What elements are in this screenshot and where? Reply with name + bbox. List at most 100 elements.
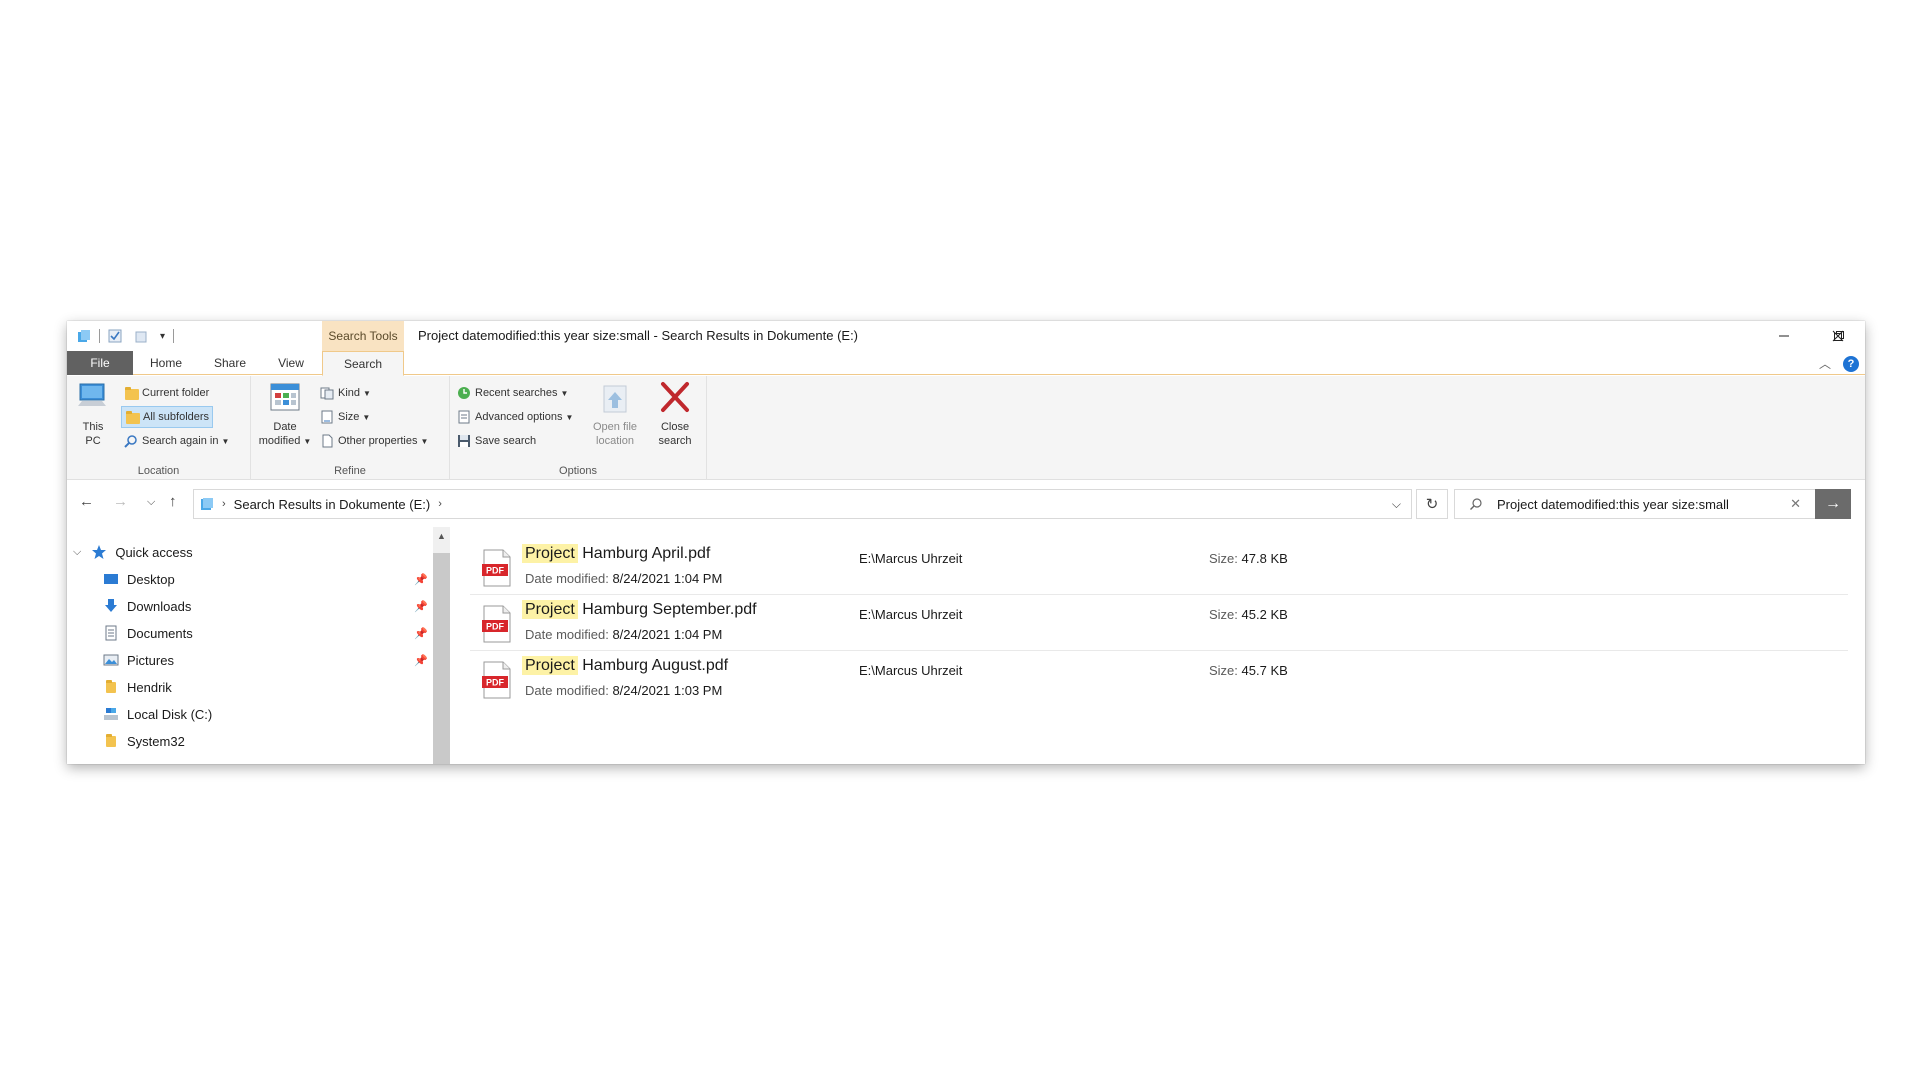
nav-item-downloads[interactable]: Downloads 📌 [67, 593, 433, 619]
file-location: E:\Marcus Uhrzeit [859, 607, 963, 622]
scrollbar-thumb[interactable] [433, 553, 450, 764]
list-item[interactable]: PDF Project Hamburg August.pdf Date modi… [470, 651, 1848, 707]
navigation-pane-scrollbar[interactable]: ▲ [433, 527, 450, 764]
file-date-modified: Date modified: 8/24/2021 1:04 PM [525, 571, 723, 586]
ribbon-right-controls: ︿ ? [1819, 355, 1859, 372]
nav-item-hendrik[interactable]: Hendrik [67, 674, 433, 700]
dropdown-arrow-icon: ▼ [565, 412, 574, 422]
breadcrumb[interactable]: Search Results in Dokumente (E:) [234, 497, 431, 512]
search-box[interactable]: Project datemodified:this year size:smal… [1454, 489, 1848, 519]
minimize-ribbon-chevron-up-icon[interactable]: ︿ [1819, 355, 1831, 372]
navigation-pane: ⌵ Quick access Desktop 📌 Downloads 📌 Doc… [67, 527, 433, 764]
search-submit-button[interactable]: → [1815, 489, 1851, 519]
title-bar: ▾ Search Tools Project datemodified:this… [67, 321, 1865, 351]
pdf-file-icon: PDF [482, 605, 512, 643]
forward-arrow-icon[interactable]: → [113, 493, 128, 510]
file-name[interactable]: Project Hamburg August.pdf [522, 656, 728, 675]
other-properties-button[interactable]: Other properties ▼ [317, 430, 431, 452]
list-item[interactable]: PDF Project Hamburg April.pdf Date modif… [470, 539, 1848, 595]
tab-file[interactable]: File [67, 351, 133, 375]
close-search-x-icon [658, 380, 692, 416]
pin-icon[interactable]: 📌 [414, 573, 428, 586]
address-history-chevron-down-icon[interactable]: ⌵ [1392, 497, 1401, 512]
close-search-button[interactable]: Close search [650, 380, 700, 448]
open-file-location-icon [598, 380, 632, 416]
file-name[interactable]: Project Hamburg September.pdf [522, 600, 757, 619]
advanced-options-button[interactable]: Advanced options ▼ [454, 406, 576, 428]
search-results-list: PDF Project Hamburg April.pdf Date modif… [450, 527, 1865, 764]
open-file-location-button[interactable]: Open file location [588, 380, 642, 448]
file-location: E:\Marcus Uhrzeit [859, 551, 963, 566]
address-bar[interactable]: › Search Results in Dokumente (E:) › ⌵ [193, 489, 1412, 519]
scroll-up-arrow-icon[interactable]: ▲ [433, 531, 450, 541]
minimize-button[interactable] [1756, 321, 1811, 351]
file-name[interactable]: Project Hamburg April.pdf [522, 544, 710, 563]
nav-item-pictures[interactable]: Pictures 📌 [67, 647, 433, 673]
document-icon [320, 434, 334, 448]
arrow-right-icon: → [1825, 495, 1841, 512]
search-input[interactable]: Project datemodified:this year size:smal… [1497, 497, 1729, 512]
customize-toolbar-chevron-icon[interactable]: ▾ [160, 331, 165, 342]
dropdown-arrow-icon: ▼ [221, 436, 230, 446]
calendar-icon [268, 380, 302, 416]
nav-item-desktop[interactable]: Desktop 📌 [67, 566, 433, 592]
expand-chevron-down-icon[interactable]: ⌵ [73, 546, 81, 559]
save-search-button[interactable]: Save search [454, 430, 539, 452]
file-location: E:\Marcus Uhrzeit [859, 663, 963, 678]
refresh-button[interactable]: ↻ [1416, 489, 1448, 519]
nav-item-quick-access[interactable]: ⌵ Quick access [67, 539, 433, 565]
size-button[interactable]: Size ▼ [317, 406, 373, 428]
desktop-icon [103, 571, 119, 587]
all-subfolders-button[interactable]: All subfolders [121, 406, 214, 428]
tab-home[interactable]: Home [133, 351, 199, 375]
pin-icon[interactable]: 📌 [414, 627, 428, 640]
current-folder-button[interactable]: Current folder [121, 382, 212, 404]
date-modified-button[interactable]: Date modified ▼ [255, 380, 315, 449]
back-arrow-icon[interactable]: ← [79, 493, 94, 510]
pin-icon[interactable]: 📌 [414, 654, 428, 667]
folder-icon [103, 733, 119, 749]
ribbon-group-location: This PC Current folder All subfolders Se… [67, 376, 251, 480]
list-item[interactable]: PDF Project Hamburg September.pdf Date m… [470, 595, 1848, 651]
drive-icon [103, 706, 119, 722]
ribbon-group-options: Recent searches ▼ Advanced options ▼ Sav… [450, 376, 707, 480]
floppy-disk-icon [457, 434, 471, 448]
search-highlight: Project [522, 544, 578, 563]
nav-item-local-disk[interactable]: Local Disk (C:) [67, 701, 433, 727]
close-window-button[interactable] [1810, 321, 1865, 351]
nav-item-system32[interactable]: System32 [67, 728, 433, 754]
new-folder-icon[interactable] [134, 329, 148, 343]
star-icon [91, 544, 107, 560]
this-pc-button[interactable]: This PC [75, 380, 111, 448]
help-icon[interactable]: ? [1843, 355, 1859, 372]
tab-share[interactable]: Share [199, 351, 261, 375]
close-icon [1832, 330, 1843, 342]
search-again-in-button[interactable]: Search again in ▼ [121, 430, 232, 452]
recent-locations-chevron-down-icon[interactable]: ⌵ [147, 496, 155, 509]
recent-searches-icon [457, 386, 471, 400]
clear-search-icon[interactable]: ✕ [1790, 496, 1801, 512]
file-size: Size: 47.8 KB [1209, 551, 1288, 566]
file-size: Size: 45.2 KB [1209, 607, 1288, 622]
pin-icon[interactable]: 📌 [414, 600, 428, 613]
toolbar-separator [173, 329, 175, 343]
computer-icon [76, 380, 110, 416]
svg-text:PDF: PDF [486, 566, 505, 576]
nav-item-documents[interactable]: Documents 📌 [67, 620, 433, 646]
file-date-modified: Date modified: 8/24/2021 1:03 PM [525, 683, 723, 698]
breadcrumb-separator-icon[interactable]: › [438, 498, 442, 510]
dropdown-arrow-icon: ▼ [363, 388, 371, 398]
search-results-location-icon [200, 497, 214, 511]
properties-icon[interactable] [108, 329, 122, 343]
breadcrumb-separator-icon[interactable]: › [222, 498, 226, 510]
tab-view[interactable]: View [261, 351, 321, 375]
folder-icon [103, 679, 119, 695]
kind-button[interactable]: Kind ▼ [317, 382, 374, 404]
dropdown-arrow-icon: ▼ [560, 388, 569, 398]
up-arrow-icon[interactable]: ↑ [169, 493, 177, 510]
tab-search[interactable]: Search [322, 351, 404, 376]
ribbon: This PC Current folder All subfolders Se… [67, 376, 1865, 480]
ribbon-group-refine: Date modified ▼ Kind ▼ Size ▼ Other prop… [251, 376, 450, 480]
recent-searches-button[interactable]: Recent searches ▼ [454, 382, 571, 404]
svg-text:PDF: PDF [486, 622, 505, 632]
